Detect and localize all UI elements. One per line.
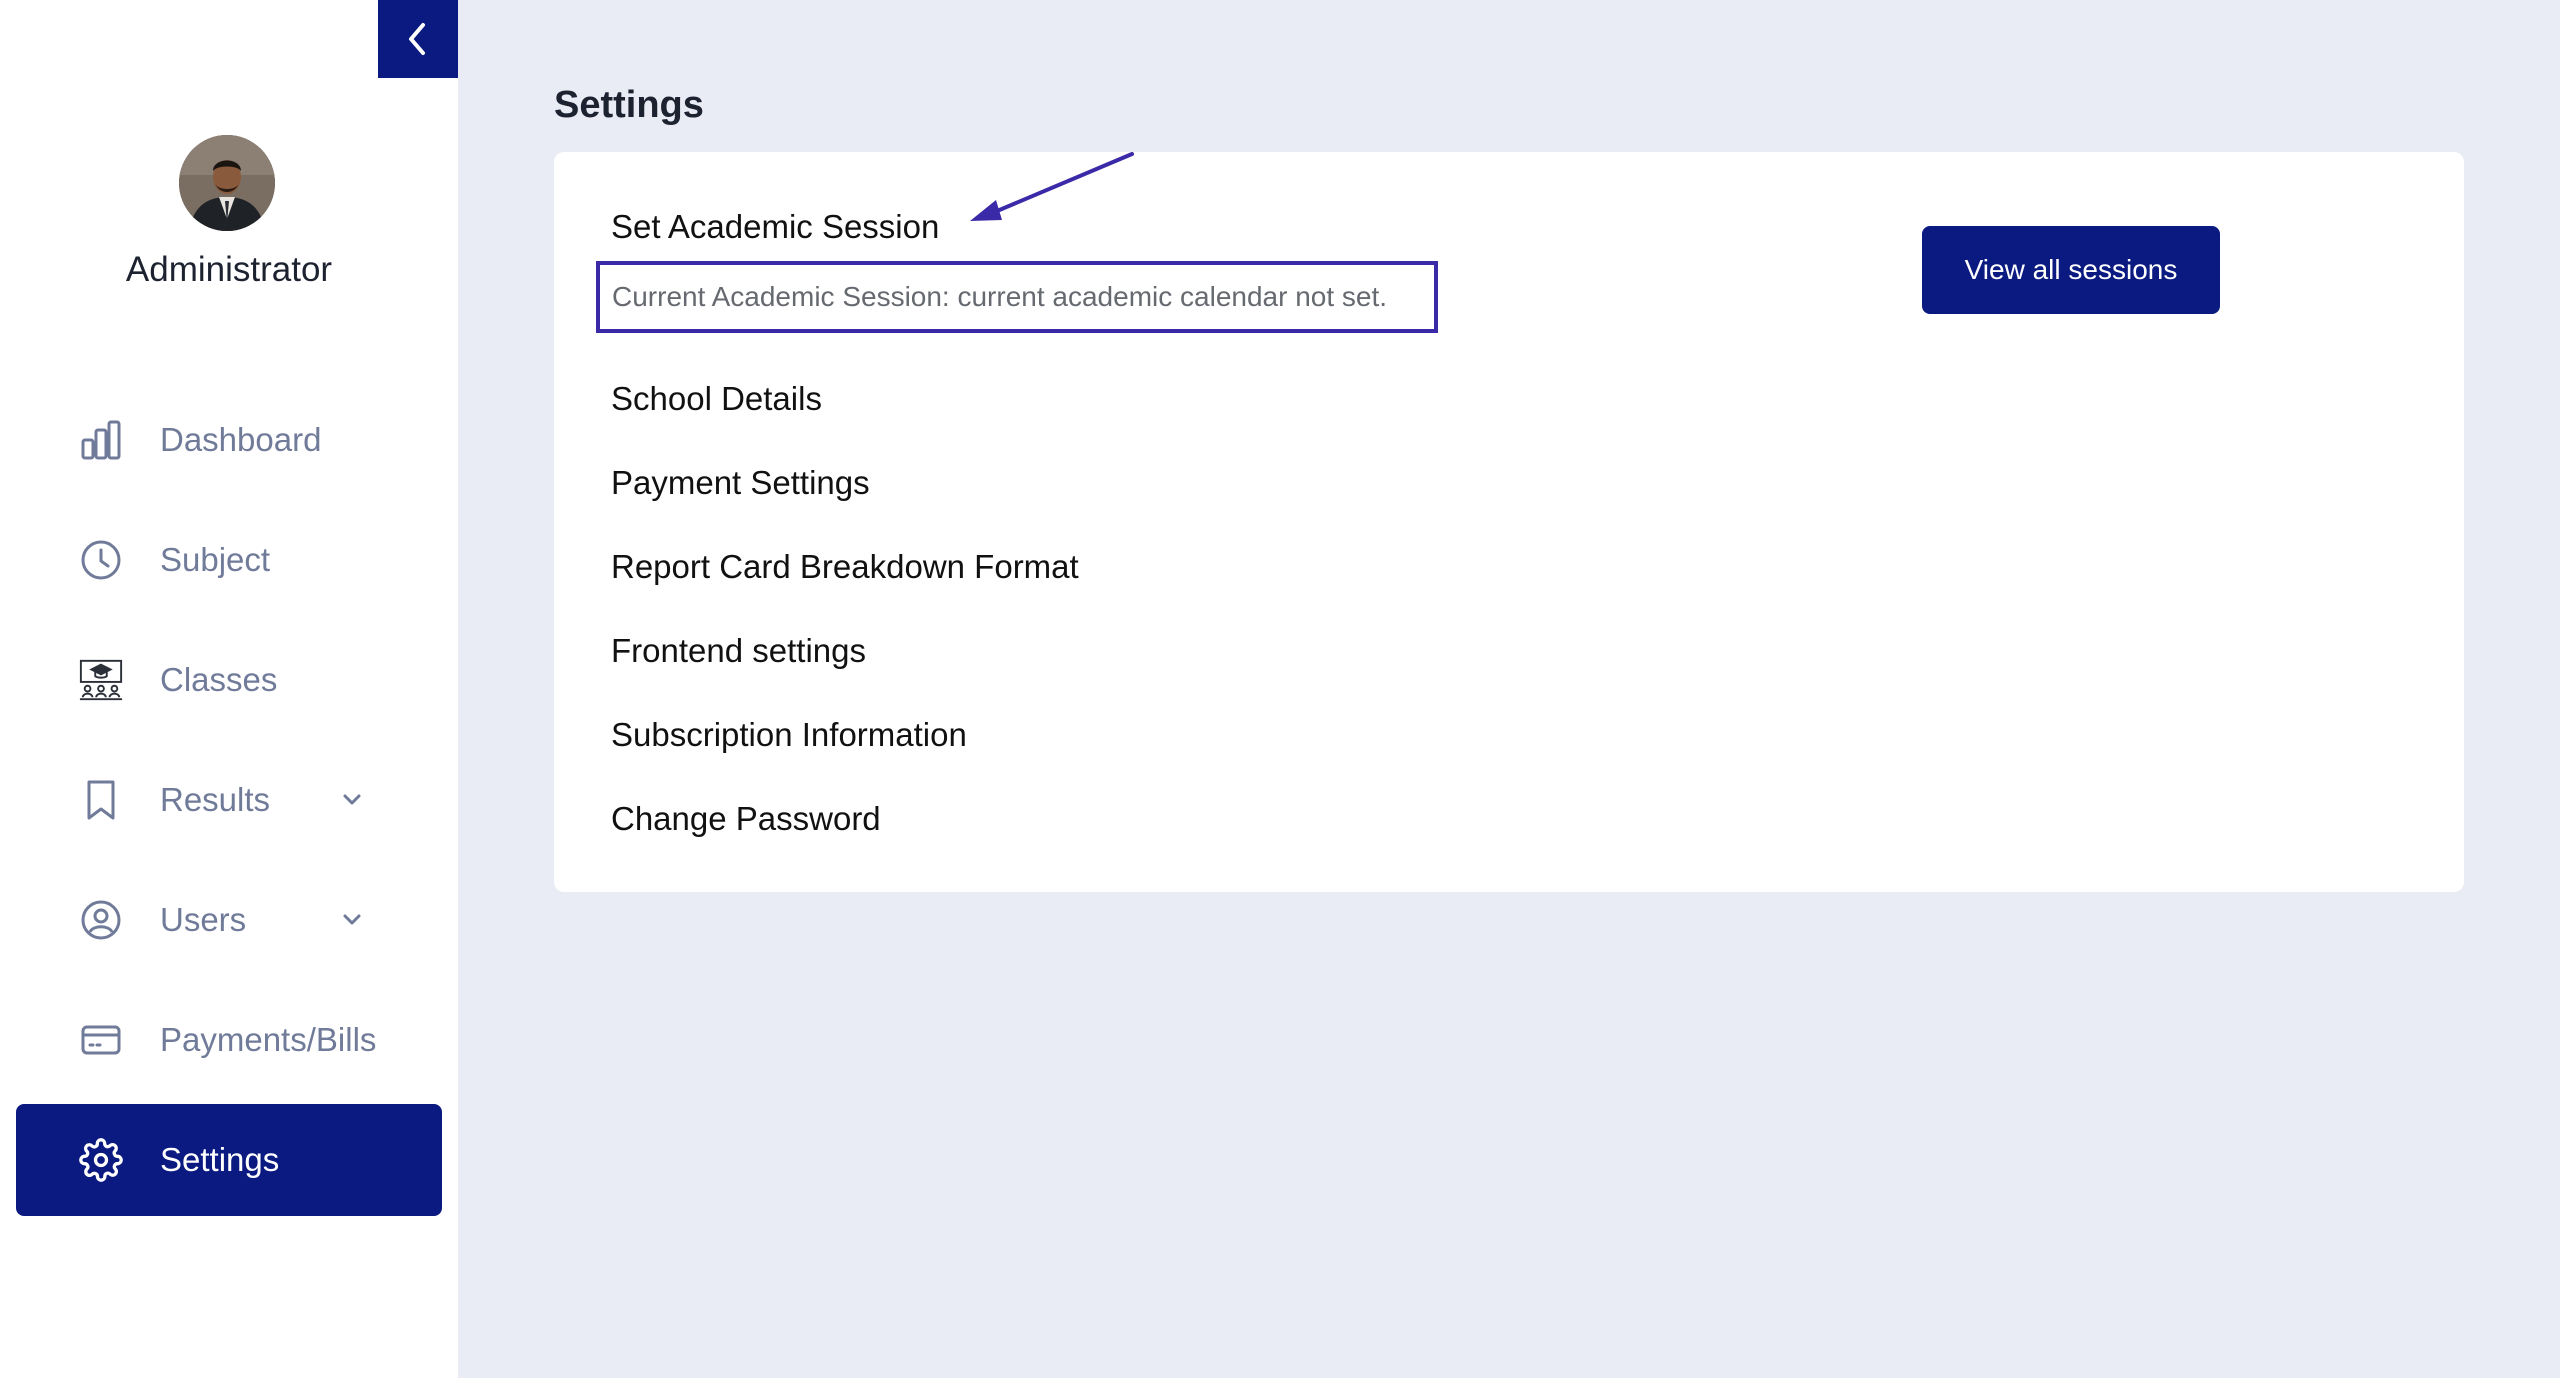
report-card-format-link[interactable]: Report Card Breakdown Format xyxy=(611,548,1079,586)
sidebar-item-payments[interactable]: Payments/Bills xyxy=(16,984,442,1096)
classroom-icon xyxy=(78,657,124,703)
sidebar-item-label: Dashboard xyxy=(160,421,322,458)
sidebar-item-settings[interactable]: Settings xyxy=(16,1104,442,1216)
sidebar-item-label: Settings xyxy=(160,1141,280,1178)
current-session-text: Current Academic Session: current academ… xyxy=(612,281,1388,312)
school-details-link[interactable]: School Details xyxy=(611,380,822,418)
sidebar-item-dashboard[interactable]: Dashboard xyxy=(16,384,442,496)
collapse-sidebar-button[interactable] xyxy=(378,0,458,78)
credit-card-icon xyxy=(78,1017,124,1063)
payment-settings-link[interactable]: Payment Settings xyxy=(611,464,870,502)
subscription-information-link[interactable]: Subscription Information xyxy=(611,716,967,754)
bar-chart-icon xyxy=(78,417,124,463)
sidebar-item-label: Results xyxy=(160,781,271,818)
bookmark-icon xyxy=(78,777,124,823)
chevron-down-icon[interactable] xyxy=(338,906,366,934)
set-academic-session-link[interactable]: Set Academic Session xyxy=(611,208,939,246)
sidebar-item-label: Classes xyxy=(160,661,278,698)
avatar xyxy=(179,135,275,231)
clock-icon xyxy=(78,537,124,583)
user-circle-icon xyxy=(78,897,124,943)
page-title: Settings xyxy=(554,84,704,126)
sidebar-item-subject[interactable]: Subject xyxy=(16,504,442,616)
chevron-down-icon[interactable] xyxy=(338,786,366,814)
settings-card: Set Academic Session Current Academic Se… xyxy=(554,152,2464,892)
sidebar: Administrator Dashboard Subject Classes … xyxy=(0,0,458,1378)
gear-icon xyxy=(78,1137,124,1183)
sidebar-item-label: Users xyxy=(160,901,247,938)
sidebar-item-classes[interactable]: Classes xyxy=(16,624,442,736)
sidebar-item-label: Subject xyxy=(160,541,271,578)
sidebar-item-results[interactable]: Results xyxy=(16,744,442,856)
chevron-left-icon xyxy=(409,23,425,55)
profile-name: Administrator xyxy=(125,250,333,289)
sidebar-item-label: Payments/Bills xyxy=(160,1021,377,1058)
app: Administrator Dashboard Subject Classes … xyxy=(0,0,2560,1378)
view-all-sessions-button[interactable]: View all sessions xyxy=(1922,226,2220,314)
change-password-link[interactable]: Change Password xyxy=(611,800,881,838)
sidebar-item-users[interactable]: Users xyxy=(16,864,442,976)
current-session-box: Current Academic Session: current academ… xyxy=(596,261,1438,333)
frontend-settings-link[interactable]: Frontend settings xyxy=(611,632,866,670)
